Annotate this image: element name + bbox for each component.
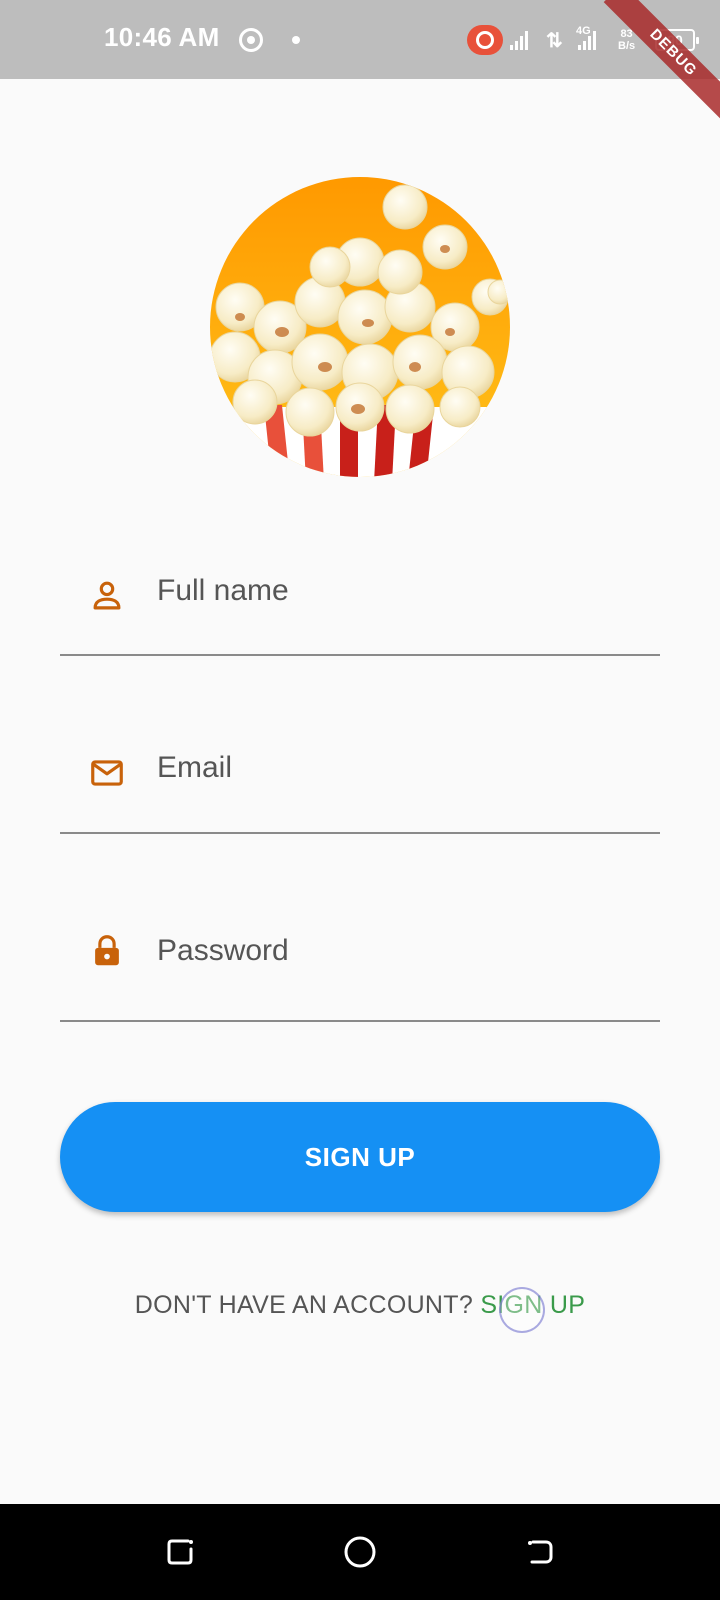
full-name-input[interactable] [157,574,660,608]
password-field[interactable] [60,898,660,1022]
back-icon[interactable] [520,1532,560,1572]
signal-2-icon [578,30,596,50]
home-icon[interactable] [340,1532,380,1572]
full-name-field[interactable] [60,540,660,660]
screen-record-icon [239,28,263,52]
touch-indicator [499,1287,545,1333]
signal-icon [510,30,528,50]
navigation-bar [0,1504,720,1600]
net-speed-unit: B/s [618,40,636,52]
status-bar: 10:46 AM ⇅ 4G 83 B/s 90 [0,0,720,79]
notification-dot-icon [292,36,300,44]
full-name-underline [60,654,660,656]
email-underline [60,832,660,834]
email-input[interactable] [157,751,660,785]
data-transfer-icon: ⇅ [546,30,563,52]
recents-icon[interactable] [160,1532,200,1572]
sign-up-button[interactable]: SIGN UP [60,1102,660,1212]
mail-icon [91,760,123,786]
status-time: 10:46 AM [104,22,220,52]
popcorn-image [210,177,510,477]
password-input[interactable] [157,934,660,968]
account-prompt: DON'T HAVE AN ACCOUNT? SIGN UP [0,1291,720,1320]
person-icon [93,581,121,610]
recording-pill-icon [467,25,503,55]
password-underline [60,1020,660,1022]
email-field[interactable] [60,716,660,836]
lock-icon [95,935,119,966]
popcorn-logo [210,177,510,477]
account-question: DON'T HAVE AN ACCOUNT? [134,1291,481,1319]
